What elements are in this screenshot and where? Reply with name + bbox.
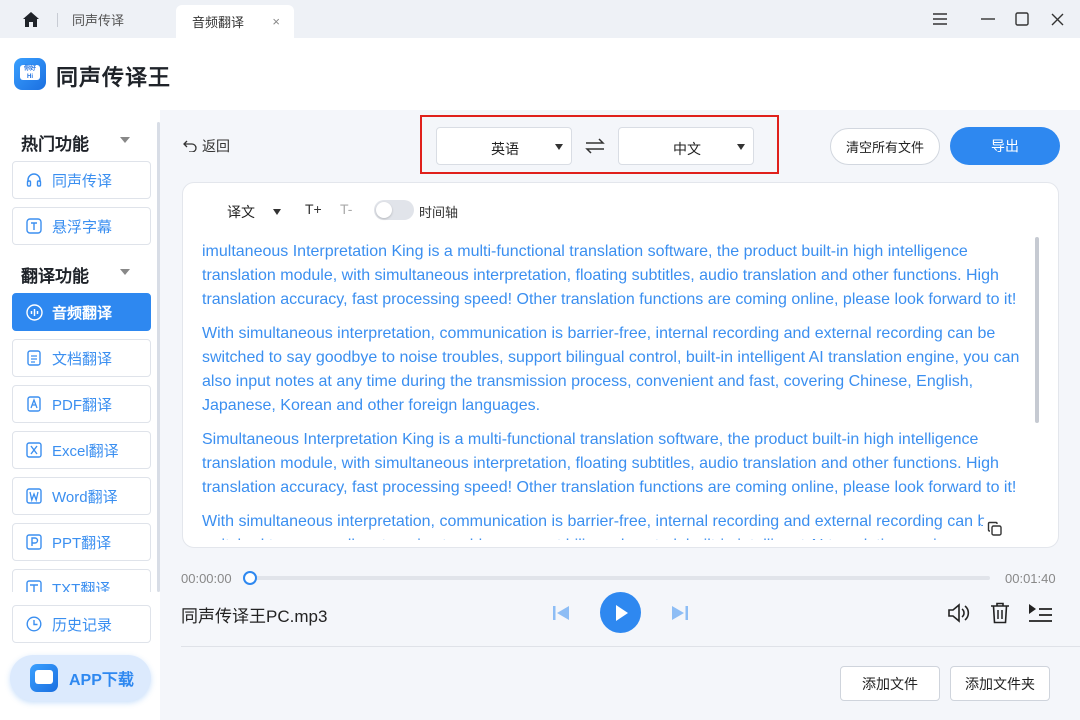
text-paragraph: imultaneous Interpretation King is a mul… <box>202 243 1017 308</box>
section-toggle-translate-icon[interactable] <box>120 269 130 275</box>
delete-icon[interactable] <box>988 600 1012 626</box>
minimize-icon[interactable] <box>977 8 999 30</box>
app-header: 你好 Hi 同声传译王 <box>0 38 1080 110</box>
sidebar-item-label: 悬浮字幕 <box>52 218 113 236</box>
timeline-toggle[interactable] <box>374 200 414 220</box>
sidebar-item-label: 历史记录 <box>52 616 113 634</box>
app-logo-small <box>30 664 58 692</box>
chevron-down-icon <box>555 144 563 150</box>
chevron-down-icon <box>273 209 281 215</box>
volume-icon[interactable] <box>946 600 972 626</box>
section-title-translate: 翻译功能 <box>21 267 89 286</box>
section-title-hot: 热门功能 <box>21 135 89 154</box>
panel-toolbar: 译文 T+ T- 时间轴 <box>183 183 1058 239</box>
previous-track-icon[interactable] <box>551 603 571 623</box>
progress-slider[interactable] <box>243 571 990 585</box>
text-paragraph: Simultaneous Interpretation King is a mu… <box>202 431 1017 496</box>
next-track-icon[interactable] <box>670 603 690 623</box>
app-logo: 你好 Hi <box>14 58 46 90</box>
sidebar-item-label: 同声传译 <box>52 172 113 190</box>
document-icon <box>25 349 43 367</box>
excel-icon <box>25 441 43 459</box>
play-button[interactable] <box>600 592 641 633</box>
back-arrow-icon <box>183 140 197 152</box>
pdf-icon <box>25 395 43 413</box>
ppt-icon <box>25 533 43 551</box>
sidebar-item-label: PDF翻译 <box>52 396 113 414</box>
font-increase-icon[interactable]: T+ <box>305 201 322 217</box>
section-toggle-hot-icon[interactable] <box>120 137 130 143</box>
text-paragraph: With simultaneous interpretation, commun… <box>202 325 1020 414</box>
chevron-down-icon <box>737 144 745 150</box>
target-language-select[interactable]: 中文 <box>618 127 754 165</box>
sidebar-clip: TXT翻译 <box>0 568 160 592</box>
clear-all-files-button[interactable]: 清空所有文件 <box>830 128 940 165</box>
timeline-label: 时间轴 <box>419 205 459 220</box>
tab-simultaneous[interactable]: 同声传译 <box>72 0 172 38</box>
source-language-value: 英语 <box>491 141 519 157</box>
play-icon <box>615 604 628 621</box>
txt-icon <box>25 579 43 592</box>
sidebar-item-audio-translation[interactable]: 音频翻译 <box>12 293 151 331</box>
add-folder-button[interactable]: 添加文件夹 <box>950 666 1050 701</box>
text-paragraph: With simultaneous interpretation, commun… <box>202 513 995 540</box>
sidebar-item-document-translation[interactable]: 文档翻译 <box>12 339 151 377</box>
progress-handle[interactable] <box>243 571 257 585</box>
text-box-icon <box>25 217 43 235</box>
tab-label: 同声传译 <box>72 12 125 28</box>
tab-separator <box>57 13 58 27</box>
tab-close-icon[interactable]: × <box>272 14 280 29</box>
swap-languages-icon[interactable] <box>583 136 607 156</box>
translation-text: imultaneous Interpretation King is a mul… <box>202 240 1032 540</box>
source-language-select[interactable]: 英语 <box>436 127 572 165</box>
back-label: 返回 <box>202 138 230 154</box>
app-download-label: APP下载 <box>69 672 134 689</box>
sidebar-item-label: PPT翻译 <box>52 534 112 552</box>
sidebar-item-history[interactable]: 历史记录 <box>12 605 151 643</box>
add-file-button[interactable]: 添加文件 <box>840 666 940 701</box>
current-time: 00:00:00 <box>181 571 232 586</box>
tab-audio-translation[interactable]: 音频翻译 × <box>176 5 294 38</box>
file-name: 同声传译王PC.mp3 <box>181 607 328 626</box>
sidebar-item-label: 文档翻译 <box>52 350 113 368</box>
word-icon <box>25 487 43 505</box>
sidebar-item-txt-translation[interactable]: TXT翻译 <box>12 569 151 592</box>
logo-text: 你好 Hi <box>20 65 40 80</box>
home-icon[interactable] <box>18 8 44 30</box>
sidebar-item-label: TXT翻译 <box>52 580 111 593</box>
tab-label: 音频翻译 <box>192 15 245 30</box>
maximize-icon[interactable] <box>1011 8 1033 30</box>
export-button[interactable]: 导出 <box>950 127 1060 165</box>
menu-icon[interactable] <box>929 8 951 30</box>
footer-divider <box>181 646 1080 647</box>
back-button[interactable]: 返回 <box>183 136 230 156</box>
headset-icon <box>25 171 43 189</box>
close-window-icon[interactable] <box>1046 8 1068 30</box>
sidebar-item-label: Word翻译 <box>52 488 118 506</box>
toggle-knob <box>376 202 392 218</box>
title-bar: 同声传译 音频翻译 × <box>0 0 1080 38</box>
font-decrease-icon[interactable]: T- <box>340 201 352 217</box>
sidebar-item-ppt-translation[interactable]: PPT翻译 <box>12 523 151 561</box>
audio-wave-icon <box>25 303 43 321</box>
playlist-icon[interactable] <box>1026 600 1054 626</box>
app-title: 同声传译王 <box>56 65 172 90</box>
text-scrollbar[interactable] <box>1035 237 1039 423</box>
view-mode-select[interactable]: 译文 <box>227 202 281 222</box>
sidebar-item-excel-translation[interactable]: Excel翻译 <box>12 431 151 469</box>
sidebar-item-pdf-translation[interactable]: PDF翻译 <box>12 385 151 423</box>
view-mode-value: 译文 <box>227 204 255 220</box>
sidebar-item-label: 音频翻译 <box>52 304 113 322</box>
total-time: 00:01:40 <box>1005 571 1056 586</box>
sidebar-item-simultaneous[interactable]: 同声传译 <box>12 161 151 199</box>
copy-icon[interactable] <box>983 517 1007 541</box>
app-download-button[interactable]: APP下载 <box>10 655 151 701</box>
sidebar-item-label: Excel翻译 <box>52 442 119 460</box>
sidebar-item-floating-subtitles[interactable]: 悬浮字幕 <box>12 207 151 245</box>
translation-panel: 译文 T+ T- 时间轴 imultaneous Interpretation … <box>182 182 1059 548</box>
target-language-value: 中文 <box>673 141 701 157</box>
sidebar-item-word-translation[interactable]: Word翻译 <box>12 477 151 515</box>
clock-icon <box>25 615 43 633</box>
